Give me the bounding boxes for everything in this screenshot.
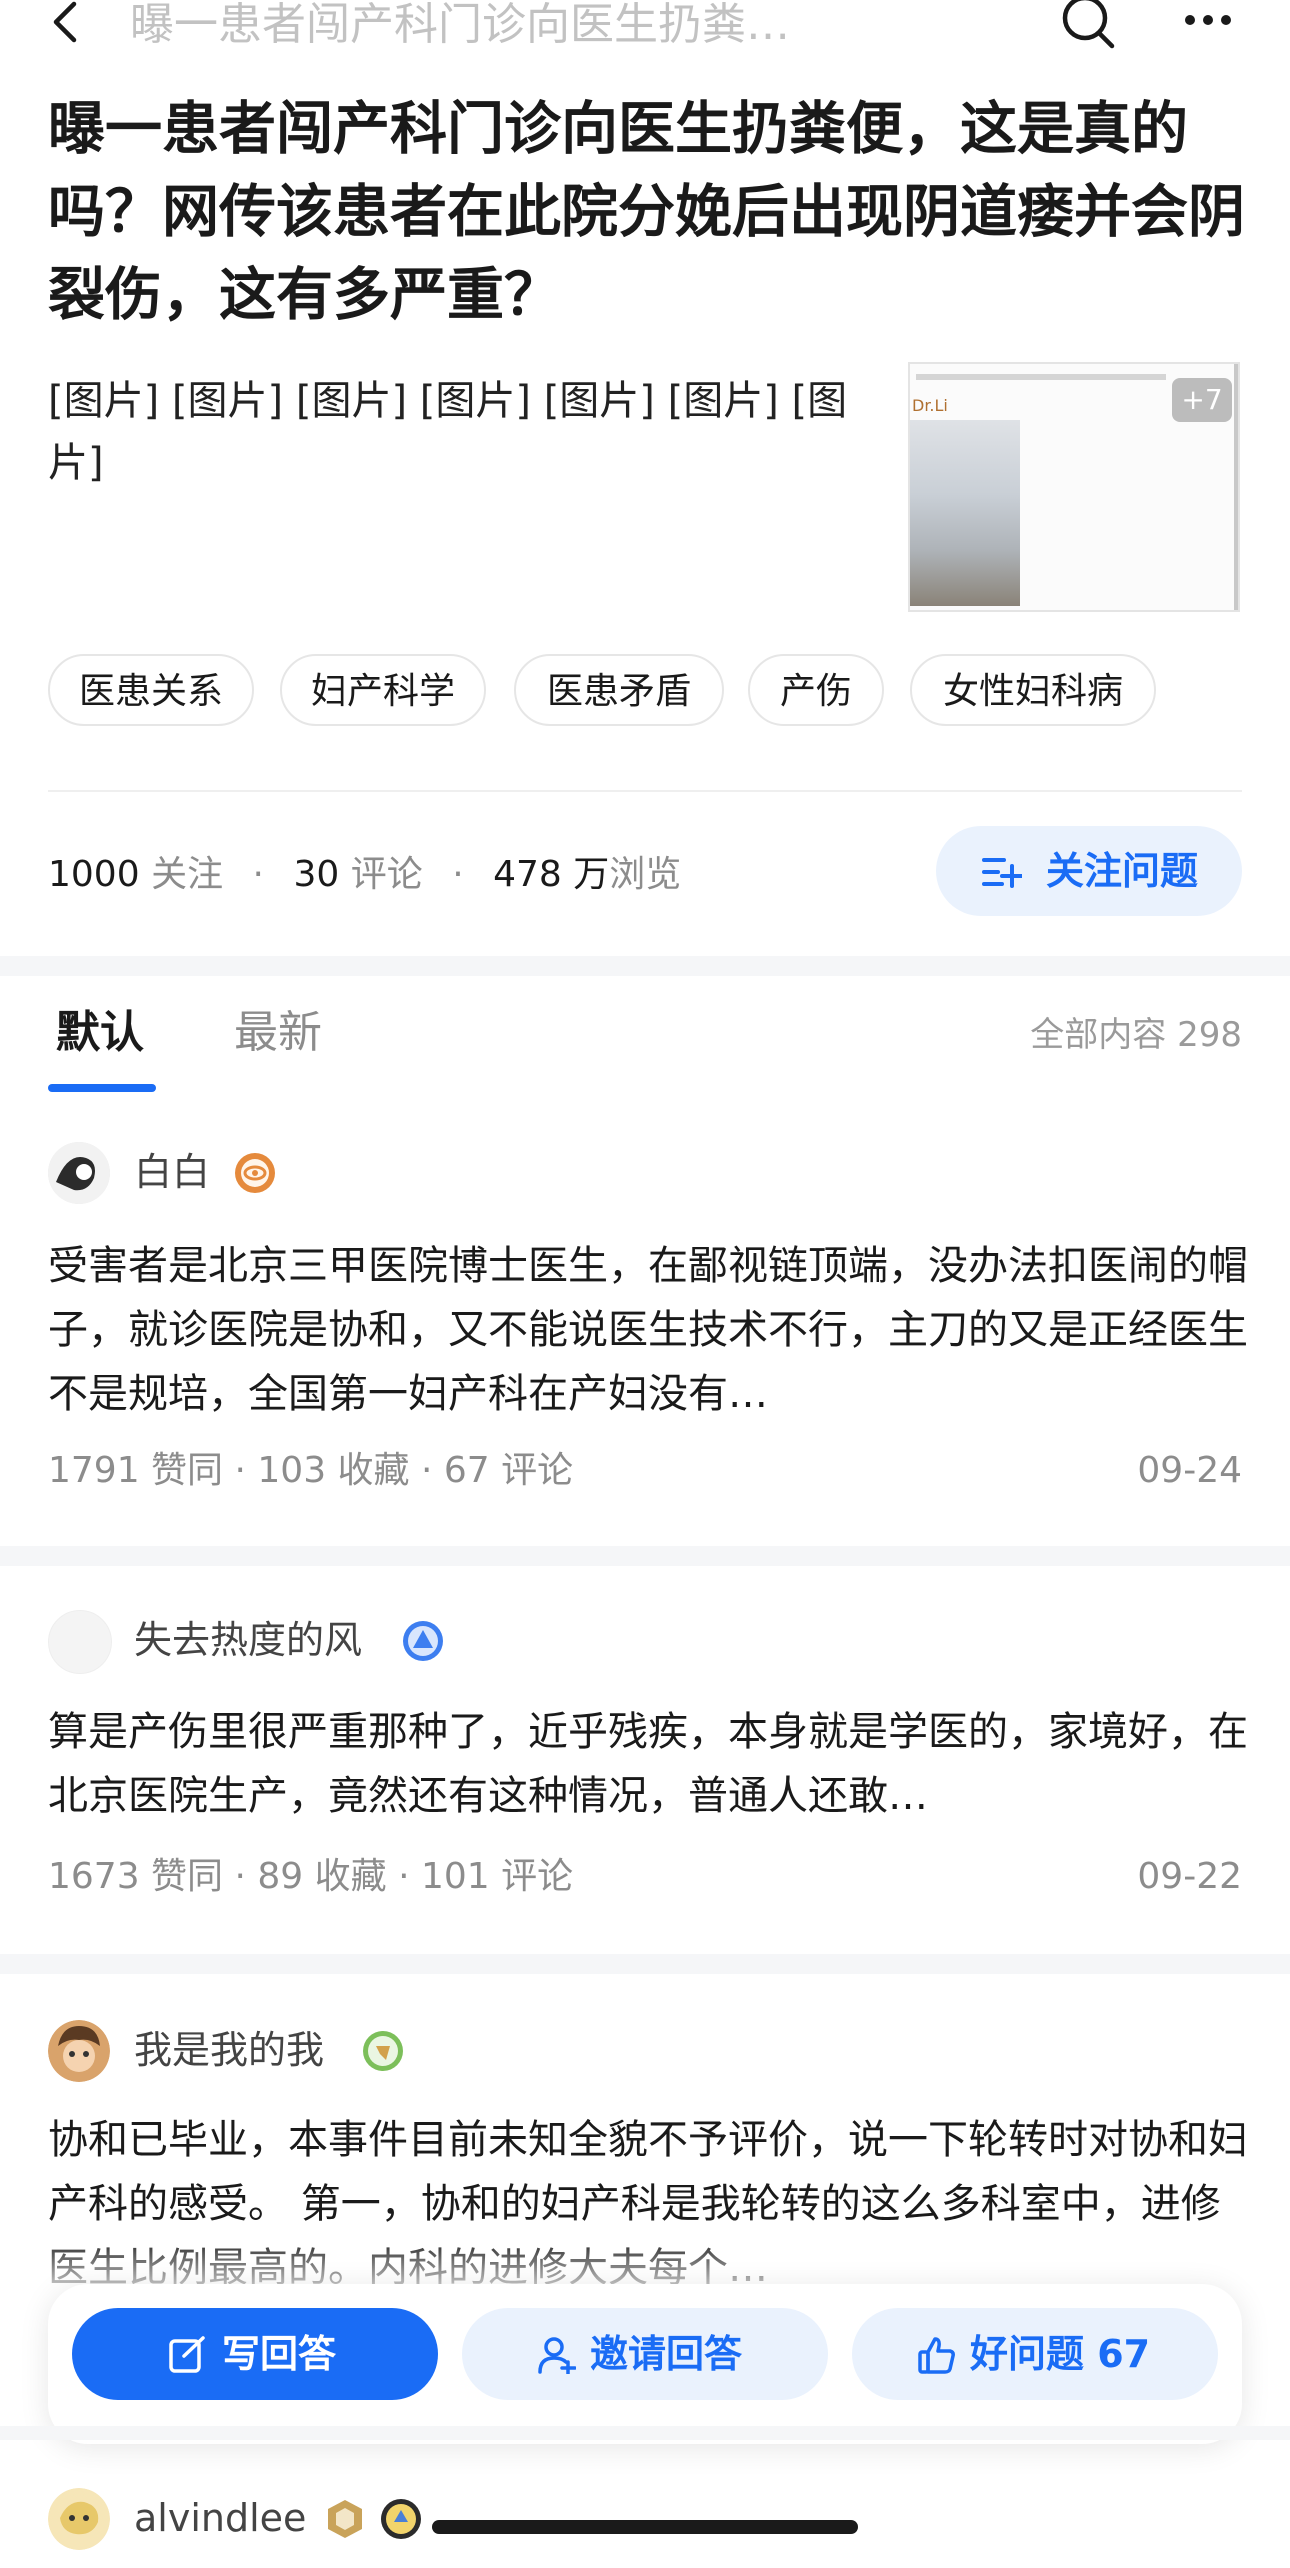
top-bar: 曝一患者闯产科门诊向医生扔粪…	[0, 0, 1290, 80]
answer-author[interactable]: 白白	[134, 1142, 210, 1202]
tag-item[interactable]: 妇产科学	[280, 654, 486, 726]
question-image-thumbnail[interactable]: Dr.Li +7	[908, 362, 1240, 612]
good-question-label: 好问题 67	[970, 2332, 1151, 2376]
tab-latest[interactable]: 最新	[234, 998, 322, 1068]
image-count-badge: +7	[1172, 378, 1232, 422]
more-icon[interactable]	[1180, 0, 1236, 40]
avatar[interactable]	[48, 1610, 112, 1674]
edit-icon	[168, 2336, 206, 2374]
write-answer-label: 写回答	[222, 2332, 337, 2376]
question-title: 曝一患者闯产科门诊向医生扔粪便，这是真的吗？网传该患者在此院分娩后出现阴道瘘并会…	[48, 96, 1245, 328]
write-answer-button[interactable]: 写回答	[72, 2308, 438, 2400]
follow-question-button[interactable]: 关注问题	[936, 826, 1242, 916]
answer-excerpt[interactable]: 受害者是北京三甲医院博士医生，在鄙视链顶端，没办法扣医闹的帽子，就诊医院是协和，…	[48, 1234, 1248, 1426]
home-indicator	[432, 2520, 858, 2534]
comment-count[interactable]: 30	[293, 854, 339, 895]
level-badge-icon	[402, 1620, 444, 1662]
section-gap	[0, 2426, 1290, 2440]
answer-meta: 1673 赞同 · 89 收藏 · 101 评论	[48, 1856, 574, 1897]
avatar[interactable]	[48, 2020, 110, 2082]
section-gap	[0, 1546, 1290, 1566]
invite-user-icon	[538, 2336, 577, 2376]
bottom-action-bar: 写回答 邀请回答 好问题 67	[48, 2284, 1242, 2444]
follow-add-icon	[982, 852, 1024, 892]
tag-item[interactable]: 医患关系	[48, 654, 254, 726]
eye-badge-icon	[234, 1152, 276, 1194]
top-bar-title: 曝一患者闯产科门诊向医生扔粪…	[130, 0, 790, 50]
invite-answer-button[interactable]: 邀请回答	[462, 2308, 828, 2400]
divider	[48, 790, 1242, 792]
level-badge-icon	[362, 2030, 404, 2072]
stats-separator: ·	[252, 854, 264, 895]
follow-label: 关注	[151, 854, 224, 895]
thumbnail-edge	[1234, 364, 1238, 610]
invite-answer-label: 邀请回答	[590, 2332, 743, 2376]
thumbnail-caption-strip	[916, 374, 1166, 380]
avatar[interactable]	[48, 1142, 110, 1204]
question-description[interactable]: [图片] [图片] [图片] [图片] [图片] [图片] [图片]	[48, 370, 868, 494]
answer-author[interactable]: 失去热度的风	[134, 1610, 362, 1670]
level-badge-icon	[324, 2498, 366, 2540]
search-icon[interactable]	[1060, 0, 1116, 56]
tag-item[interactable]: 产伤	[748, 654, 884, 726]
view-count: 478 万	[493, 854, 610, 895]
thumbs-up-icon	[918, 2336, 956, 2374]
tag-item[interactable]: 女性妇科病	[910, 654, 1156, 726]
answer-date: 09-24	[1137, 1450, 1242, 1491]
section-gap	[0, 1954, 1290, 1974]
answer-excerpt[interactable]: 算是产伤里很严重那种了，近乎残疾，本身就是学医的，家境好，在北京医院生产，竟然还…	[48, 1700, 1248, 1828]
stats-separator: ·	[452, 854, 464, 895]
follow-count: 1000	[48, 854, 140, 895]
medal-badge-icon	[380, 2498, 422, 2540]
good-question-button[interactable]: 好问题 67	[852, 2308, 1218, 2400]
answer-author[interactable]: 我是我的我	[134, 2020, 324, 2080]
back-arrow-icon[interactable]	[48, 0, 88, 50]
comment-label[interactable]: 评论	[351, 854, 423, 895]
question-stats: 1000 关注 · 30 评论 · 478 万浏览	[48, 840, 681, 910]
thumbnail-photo	[910, 420, 1020, 606]
view-label: 浏览	[609, 854, 682, 895]
topic-tags: 医患关系 妇产科学 医患矛盾 产伤 女性妇科病	[48, 654, 1248, 730]
follow-question-label: 关注问题	[1046, 849, 1199, 893]
active-tab-indicator	[48, 1084, 156, 1092]
section-gap	[0, 956, 1290, 976]
answer-meta: 1791 赞同 · 103 收藏 · 67 评论	[48, 1450, 574, 1491]
answer-author[interactable]: alvindlee	[134, 2488, 306, 2548]
thumbnail-caption: Dr.Li	[912, 396, 948, 415]
all-content-count: 全部内容 298	[1030, 1015, 1242, 1055]
avatar[interactable]	[48, 2488, 110, 2550]
answer-date: 09-22	[1137, 1856, 1242, 1897]
tag-item[interactable]: 医患矛盾	[514, 654, 724, 726]
tab-default[interactable]: 默认	[56, 998, 144, 1068]
